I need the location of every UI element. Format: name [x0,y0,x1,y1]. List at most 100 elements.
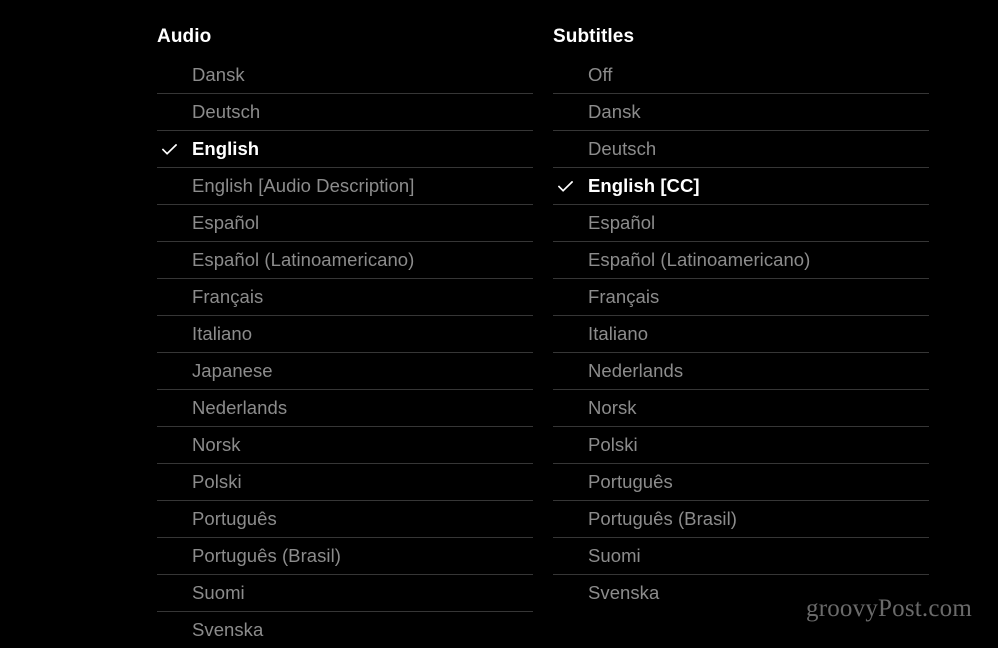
check-slot [553,366,588,377]
option-label: Japanese [192,360,273,381]
option-label: Polski [588,434,638,455]
option-label: Português [588,471,673,492]
check-slot [157,107,192,118]
option-row[interactable]: Español [157,204,533,241]
option-label: Dansk [588,101,641,122]
check-slot [553,403,588,414]
audio-option-list: Dansk Deutsch English English [Audio Descri… [157,56,533,648]
option-label: Español (Latinoamericano) [192,249,415,270]
option-label: Italiano [588,323,649,344]
option-row[interactable]: Polski [553,426,929,463]
option-label: Português (Brasil) [588,508,737,529]
option-label: Off [588,63,613,85]
option-label: Nederlands [192,397,288,418]
option-label: Deutsch [588,138,657,159]
option-row[interactable]: Deutsch [553,130,929,167]
option-row[interactable]: Off [553,56,929,93]
option-row[interactable]: Norsk [553,389,929,426]
subtitles-option-list: Off Dansk Deutsch English [CC] Español Españo… [553,56,929,611]
option-row[interactable]: Dansk [157,56,533,93]
option-row[interactable]: Japanese [157,352,533,389]
option-row[interactable]: English [CC] [553,167,929,204]
audio-column: Audio Dansk Deutsch English English [Audio … [157,22,533,648]
option-label: Nederlands [588,360,684,381]
option-label: Español (Latinoamericano) [588,249,811,270]
option-label: Svenska [588,582,660,603]
audio-subtitles-menu: Audio Dansk Deutsch English English [Audio … [0,0,998,645]
check-slot [553,292,588,303]
option-row[interactable]: Norsk [157,426,533,463]
option-label: Dansk [192,63,245,85]
option-row[interactable]: Nederlands [553,352,929,389]
check-slot [157,255,192,266]
check-slot [553,69,588,80]
check-icon [558,180,573,192]
check-icon [162,143,177,155]
option-row[interactable]: Svenska [157,611,533,648]
option-label: Suomi [588,545,641,566]
check-slot [553,440,588,451]
watermark: groovyPost.com [806,595,972,622]
option-row[interactable]: Polski [157,463,533,500]
option-label: Italiano [192,323,253,344]
check-slot [157,69,192,80]
option-label: Norsk [192,434,241,455]
option-label: Norsk [588,397,637,418]
check-slot [157,588,192,599]
audio-column-title: Audio [157,26,212,47]
check-slot [157,514,192,525]
check-slot [157,403,192,414]
option-label: Svenska [192,619,264,640]
check-slot [553,329,588,340]
option-label: Polski [192,471,242,492]
option-row[interactable]: Español [553,204,929,241]
option-row[interactable]: English [Audio Description] [157,167,533,204]
option-label: Português (Brasil) [192,545,341,566]
option-row[interactable]: Español (Latinoamericano) [157,241,533,278]
subtitles-column-title: Subtitles [553,26,635,47]
option-row[interactable]: Português [553,463,929,500]
option-label: Português [192,508,277,529]
option-label: English [CC] [588,175,700,196]
check-slot [553,514,588,525]
option-label: Français [192,286,264,307]
option-row[interactable]: Português (Brasil) [157,537,533,574]
option-row[interactable]: Italiano [157,315,533,352]
check-slot [157,218,192,229]
check-slot [157,477,192,488]
check-slot [157,292,192,303]
option-row[interactable]: Suomi [553,537,929,574]
check-slot [157,143,192,155]
option-label: Suomi [192,582,245,603]
check-slot [553,255,588,266]
option-row[interactable]: Français [157,278,533,315]
option-row[interactable]: Suomi [157,574,533,611]
check-slot [157,625,192,636]
check-slot [157,551,192,562]
option-label: Español [588,212,656,233]
check-slot [553,477,588,488]
option-label: Français [588,286,660,307]
check-slot [553,107,588,118]
option-label: Español [192,212,260,233]
check-slot [157,366,192,377]
check-slot [157,329,192,340]
option-row[interactable]: Português (Brasil) [553,500,929,537]
option-row[interactable]: Deutsch [157,93,533,130]
option-label: English [Audio Description] [192,175,415,196]
option-label: English [192,138,260,159]
option-row[interactable]: Español (Latinoamericano) [553,241,929,278]
check-slot [553,144,588,155]
option-row[interactable]: Dansk [553,93,929,130]
option-label: Deutsch [192,101,261,122]
option-row[interactable]: English [157,130,533,167]
option-row[interactable]: Nederlands [157,389,533,426]
check-slot [157,181,192,192]
option-row[interactable]: Italiano [553,315,929,352]
subtitles-column: Subtitles Off Dansk Deutsch English [CC] Esp… [553,22,929,611]
check-slot [553,180,588,192]
check-slot [553,588,588,599]
option-row[interactable]: Português [157,500,533,537]
check-slot [157,440,192,451]
option-row[interactable]: Français [553,278,929,315]
